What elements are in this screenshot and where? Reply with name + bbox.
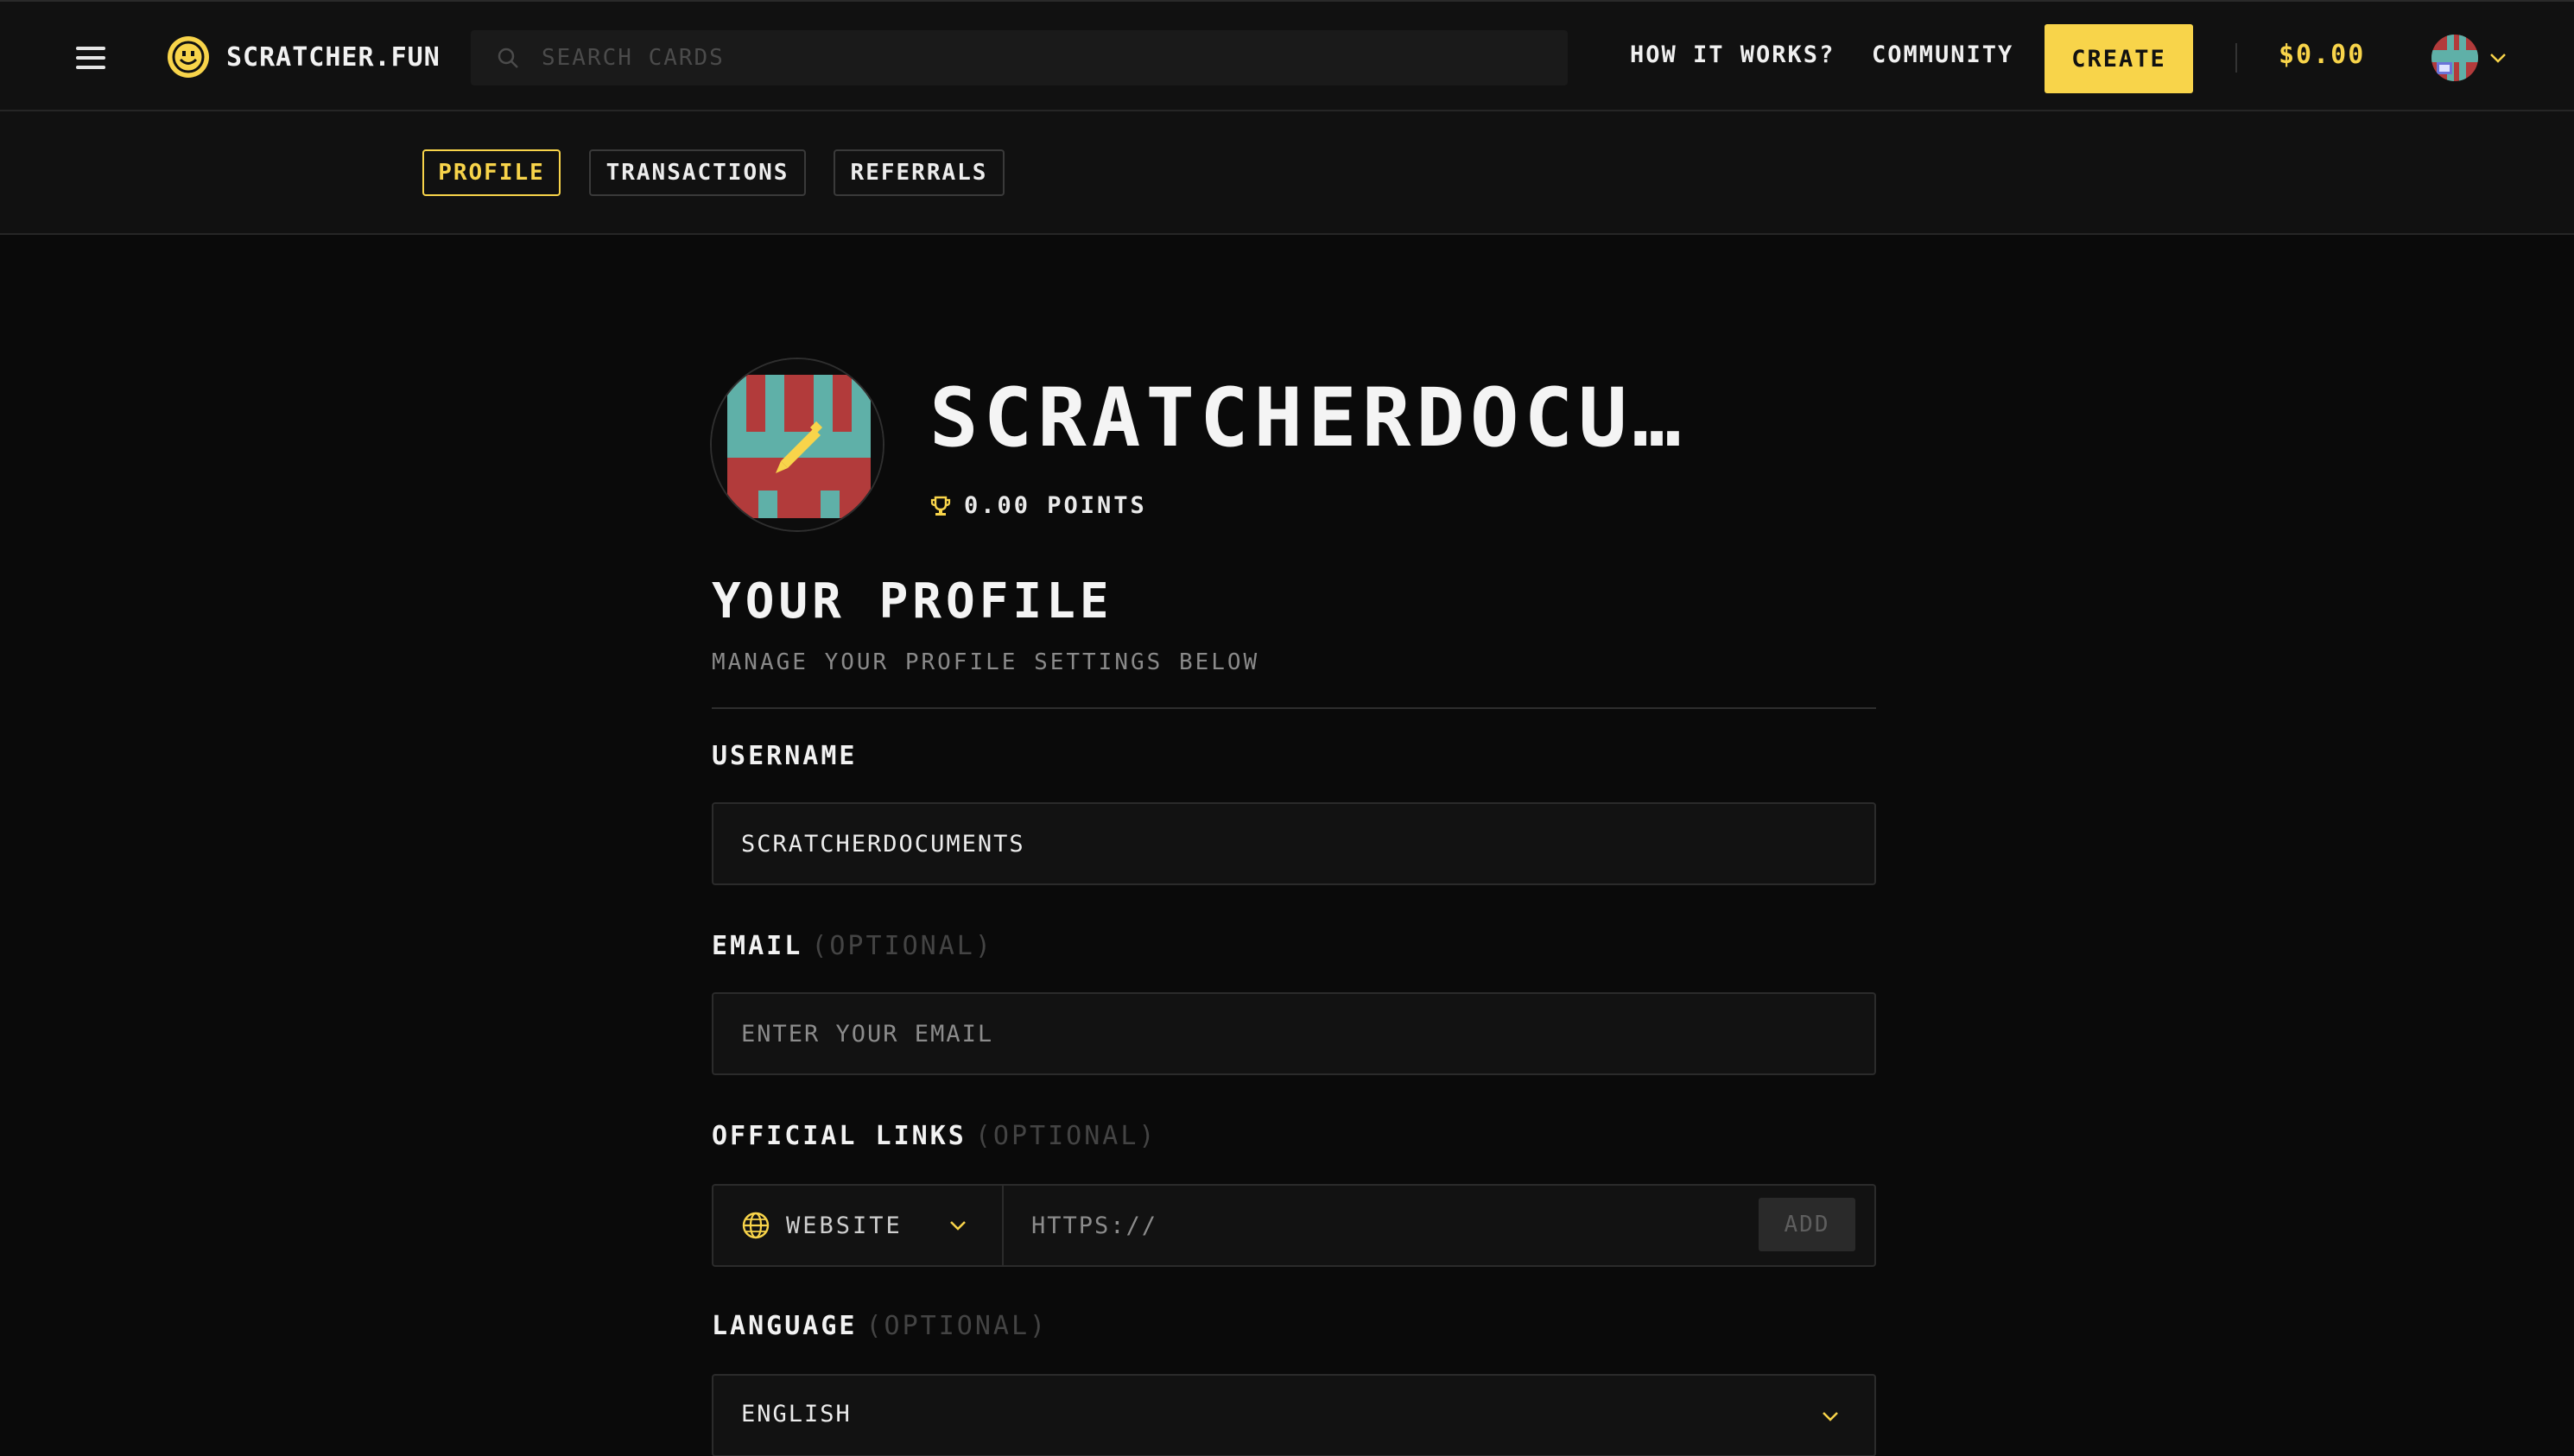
email-field[interactable]	[741, 994, 1847, 1073]
official-links-row: WEBSITE ADD	[712, 1184, 1876, 1267]
username-label-text: USERNAME	[712, 741, 858, 771]
divider	[2235, 43, 2237, 73]
points-display: 0.00 POINTS	[929, 492, 1147, 519]
profile-avatar[interactable]	[710, 358, 884, 532]
brand-name: SCRATCHER.FUN	[226, 41, 441, 73]
language-label-text: LANGUAGE	[712, 1311, 858, 1341]
search-input[interactable]	[542, 45, 1492, 71]
trophy-icon	[930, 496, 951, 516]
chevron-down-icon	[2490, 54, 2506, 63]
divider	[712, 707, 1876, 709]
sub-nav: PROFILE TRANSACTIONS REFERRALS	[0, 111, 2574, 235]
link-type-label: WEBSITE	[786, 1212, 903, 1239]
page: SCRATCHER.FUN HOW IT WORKS? COMMUNITY CR…	[0, 0, 2574, 1456]
language-label: LANGUAGE (OPTIONAL)	[712, 1311, 1048, 1341]
links-label-text: OFFICIAL LINKS	[712, 1121, 967, 1151]
section-title: YOUR PROFILE	[712, 573, 1113, 630]
link-url-input[interactable]	[1031, 1186, 1766, 1265]
optional-tag: (OPTIONAL)	[811, 931, 993, 961]
user-menu[interactable]	[2431, 35, 2509, 81]
hamburger-icon[interactable]	[74, 43, 109, 73]
email-label: EMAIL (OPTIONAL)	[712, 931, 993, 961]
search-bar	[471, 30, 1568, 85]
link-type-select[interactable]: WEBSITE	[713, 1186, 1004, 1265]
search-icon	[498, 47, 518, 68]
chevron-down-icon	[1823, 1412, 1838, 1421]
email-label-text: EMAIL	[712, 931, 803, 961]
email-field-box	[712, 992, 1876, 1075]
points-value: 0.00 POINTS	[964, 492, 1147, 519]
chevron-down-icon	[950, 1221, 966, 1231]
profile-display-name: SCRATCHERDOCU…	[929, 371, 1687, 465]
globe-icon	[742, 1212, 770, 1239]
tab-transactions[interactable]: TRANSACTIONS	[589, 149, 806, 196]
section-subtitle: MANAGE YOUR PROFILE SETTINGS BELOW	[712, 649, 1260, 675]
username-field[interactable]	[741, 804, 1847, 883]
nav-how-it-works[interactable]: HOW IT WORKS?	[1630, 41, 1835, 68]
optional-tag: (OPTIONAL)	[865, 1311, 1049, 1341]
nav-community[interactable]: COMMUNITY	[1872, 41, 2013, 68]
top-bar: SCRATCHER.FUN HOW IT WORKS? COMMUNITY CR…	[0, 0, 2574, 111]
create-button[interactable]: CREATE	[2045, 24, 2193, 93]
avatar	[2431, 35, 2478, 81]
language-select[interactable]: ENGLISH	[712, 1374, 1876, 1456]
tab-referrals[interactable]: REFERRALS	[834, 149, 1005, 196]
wallet-balance[interactable]: $0.00	[2279, 40, 2365, 70]
optional-tag: (OPTIONAL)	[974, 1121, 1157, 1151]
links-label: OFFICIAL LINKS (OPTIONAL)	[712, 1121, 1157, 1151]
username-field-box	[712, 802, 1876, 885]
smiley-icon	[168, 36, 209, 78]
add-link-button[interactable]: ADD	[1759, 1198, 1855, 1251]
tab-profile[interactable]: PROFILE	[422, 149, 561, 196]
brand-logo[interactable]: SCRATCHER.FUN	[166, 35, 441, 79]
username-label: USERNAME	[712, 741, 858, 771]
language-value: ENGLISH	[741, 1401, 852, 1428]
